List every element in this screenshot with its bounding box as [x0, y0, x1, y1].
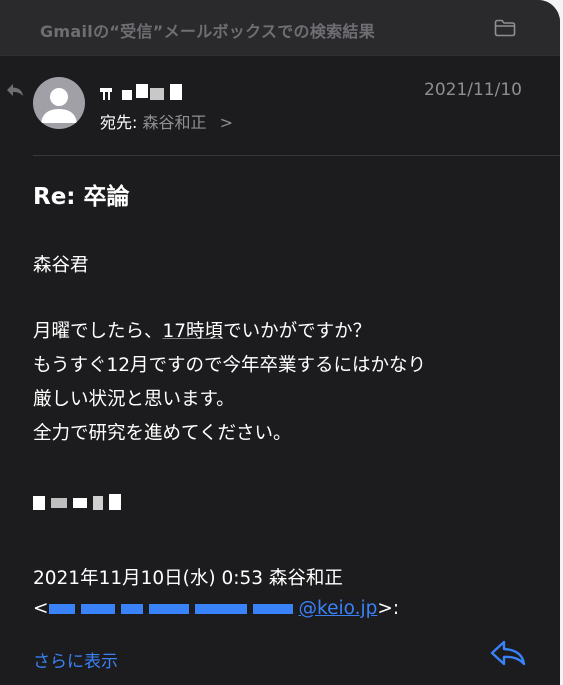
search-results-banner: Gmailの“受信”メールボックスでの検索結果 — [0, 0, 560, 56]
person-icon — [41, 88, 77, 123]
show-more-link[interactable]: さらに表示 — [33, 647, 118, 672]
recipient-row[interactable]: 宛先: 森谷和正 > — [100, 109, 233, 133]
chevron-right-icon: > — [219, 113, 234, 132]
message-subject: Re: 卒論 — [33, 184, 130, 210]
detected-time-link[interactable]: 17時頃 — [163, 321, 224, 342]
message-date: 2021/11/10 — [424, 80, 522, 100]
body-line-4: 全力で研究を進めてください。 — [33, 423, 292, 444]
reply-icon[interactable] — [489, 638, 527, 668]
sender-avatar[interactable] — [33, 77, 85, 129]
quote-header: 2021年11月10日(水) 0:53 森谷和正 — [33, 568, 343, 589]
folder-icon[interactable] — [494, 19, 516, 37]
signature — [33, 492, 143, 514]
banner-title: Gmailの“受信”メールボックスでの検索結果 — [40, 22, 376, 41]
sender-name[interactable] — [100, 82, 200, 104]
mail-window: Gmailの“受信”メールボックスでの検索結果 宛先: 森谷和正 > 2021/… — [0, 0, 560, 685]
replied-indicator-icon — [7, 84, 23, 96]
content-fade — [0, 615, 560, 645]
body-line-2: もうすぐ12月ですので今年卒業するにはかなり — [33, 355, 426, 376]
recipient-label: 宛先: — [100, 113, 138, 132]
body-line-1: 月曜でしたら、17時頃でいかがですか？ — [33, 321, 372, 342]
header-divider — [33, 155, 560, 156]
recipient-name: 森谷和正 — [142, 113, 207, 132]
body-line-3: 厳しい状況と思います。 — [33, 389, 235, 410]
body-greeting: 森谷君 — [33, 255, 89, 276]
